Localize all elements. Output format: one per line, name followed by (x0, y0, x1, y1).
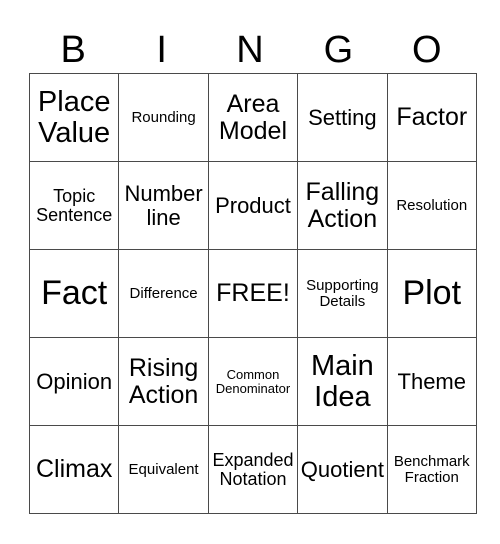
bingo-cell[interactable]: Difference (118, 249, 209, 338)
bingo-header: B I N G O (29, 28, 471, 73)
bingo-cell[interactable]: Supporting Details (297, 249, 388, 338)
bingo-cell[interactable]: Place Value (28, 73, 120, 162)
header-letter-b: B (60, 29, 86, 71)
bingo-cell[interactable]: Number line (118, 161, 209, 250)
bingo-cell[interactable]: Equivalent (118, 425, 209, 514)
bingo-cell[interactable]: Fact (28, 249, 120, 338)
grid-row: Topic Sentence Number line Product Falli… (28, 161, 477, 250)
bingo-cell[interactable]: Opinion (28, 337, 120, 426)
bingo-cell[interactable]: Theme (386, 337, 477, 426)
header-letter-i: I (156, 29, 167, 71)
bingo-cell[interactable]: Plot (386, 249, 477, 338)
header-letter-o: O (412, 29, 442, 71)
bingo-cell[interactable]: Product (207, 161, 299, 250)
bingo-cell[interactable]: Main Idea (297, 337, 388, 426)
bingo-cell[interactable]: Resolution (386, 161, 477, 250)
free-space[interactable]: FREE! (207, 249, 299, 338)
bingo-cell[interactable]: Area Model (207, 73, 299, 162)
bingo-cell[interactable]: Benchmark Fraction (386, 425, 477, 514)
bingo-cell[interactable]: Setting (297, 73, 388, 162)
bingo-cell[interactable]: Factor (386, 73, 477, 162)
bingo-cell[interactable]: Rising Action (118, 337, 209, 426)
bingo-cell[interactable]: Rounding (118, 73, 209, 162)
bingo-cell[interactable]: Falling Action (297, 161, 388, 250)
header-letter-n: N (236, 29, 264, 71)
grid-row: Place Value Rounding Area Model Setting … (28, 73, 477, 162)
grid-row: Fact Difference FREE! Supporting Details… (28, 249, 477, 338)
bingo-grid: Place Value Rounding Area Model Setting … (28, 73, 477, 514)
bingo-cell[interactable]: Expanded Notation (207, 425, 299, 514)
bingo-cell[interactable]: Common Denominator (207, 337, 299, 426)
grid-row: Opinion Rising Action Common Denominator… (28, 337, 477, 426)
bingo-cell[interactable]: Climax (28, 425, 120, 514)
bingo-cell[interactable]: Quotient (297, 425, 388, 514)
header-letter-g: G (323, 29, 354, 71)
bingo-cell[interactable]: Topic Sentence (28, 161, 120, 250)
grid-row: Climax Equivalent Expanded Notation Quot… (28, 425, 477, 514)
